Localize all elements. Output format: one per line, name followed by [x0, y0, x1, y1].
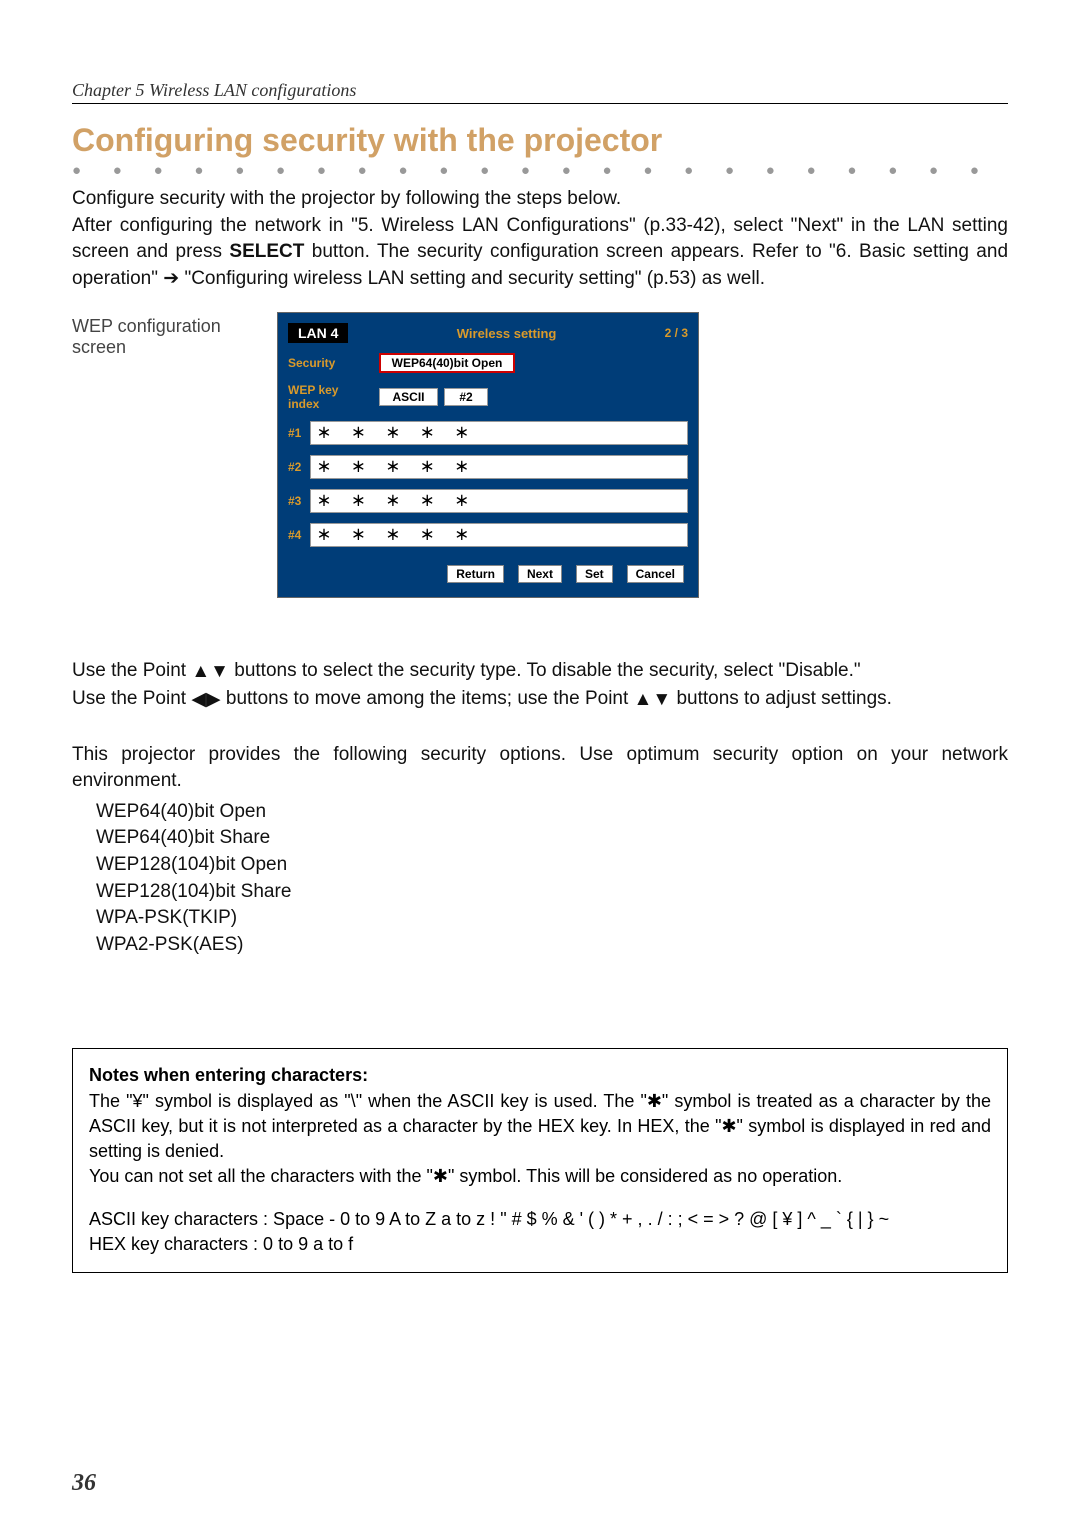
- key-idx-2: #2: [288, 460, 310, 474]
- keyindex-label: WEP key index: [288, 383, 373, 411]
- key-field-3[interactable]: ＊ ＊ ＊ ＊ ＊: [310, 489, 688, 513]
- notes-title: Notes when entering characters:: [89, 1063, 991, 1088]
- mid-1a: Use the Point: [72, 660, 191, 681]
- option-1: WEP64(40)bit Open: [96, 799, 1008, 826]
- key-row-1: #1 ＊ ＊ ＊ ＊ ＊: [288, 421, 688, 445]
- keynum-select[interactable]: #2: [444, 388, 488, 406]
- wep-config-screen: LAN 4 Wireless setting 2 / 3 Security WE…: [277, 312, 699, 598]
- intro-line-1: Configure security with the projector by…: [72, 188, 621, 209]
- option-4: WEP128(104)bit Share: [96, 879, 1008, 906]
- mid-2b: buttons to move among the items; use the…: [221, 688, 634, 709]
- notes-box: Notes when entering characters: The "¥" …: [72, 1048, 1008, 1272]
- cancel-button[interactable]: Cancel: [627, 565, 684, 583]
- down-icon: ▼: [210, 659, 229, 686]
- security-select[interactable]: WEP64(40)bit Open: [379, 353, 515, 373]
- key-field-1[interactable]: ＊ ＊ ＊ ＊ ＊: [310, 421, 688, 445]
- option-3: WEP128(104)bit Open: [96, 852, 1008, 879]
- notes-p1: The "¥" symbol is displayed as "\" when …: [89, 1089, 991, 1165]
- left-icon: ◀: [191, 687, 206, 714]
- select-keyword: SELECT: [229, 241, 304, 262]
- arrow-icon: ➔: [163, 268, 179, 289]
- notes-ascii: ASCII key characters : Space - 0 to 9 A …: [89, 1207, 991, 1232]
- screen-page-indicator: 2 / 3: [665, 326, 688, 340]
- intro-paragraph: Configure security with the projector by…: [72, 186, 1008, 292]
- options-intro: This projector provides the following se…: [72, 742, 1008, 795]
- mid-2c: buttons to adjust settings.: [671, 688, 892, 709]
- right-icon: ▶: [206, 687, 221, 714]
- key-row-3: #3 ＊ ＊ ＊ ＊ ＊: [288, 489, 688, 513]
- key-idx-3: #3: [288, 494, 310, 508]
- page-number: 36: [72, 1470, 96, 1497]
- up-icon: ▲: [191, 659, 210, 686]
- key-idx-1: #1: [288, 426, 310, 440]
- up-icon-2: ▲: [634, 687, 653, 714]
- decorative-dots: ● ● ● ● ● ● ● ● ● ● ● ● ● ● ● ● ● ● ● ● …: [72, 163, 1008, 180]
- key-row-4: #4 ＊ ＊ ＊ ＊ ＊: [288, 523, 688, 547]
- return-button[interactable]: Return: [447, 565, 504, 583]
- option-5: WPA-PSK(TKIP): [96, 905, 1008, 932]
- lan-badge: LAN 4: [288, 323, 348, 343]
- down-icon-2: ▼: [652, 687, 671, 714]
- key-field-4[interactable]: ＊ ＊ ＊ ＊ ＊: [310, 523, 688, 547]
- section-title: Configuring security with the projector: [72, 122, 1008, 159]
- mid-2a: Use the Point: [72, 688, 191, 709]
- security-options-list: WEP64(40)bit Open WEP64(40)bit Share WEP…: [96, 799, 1008, 959]
- key-row-2: #2 ＊ ＊ ＊ ＊ ＊: [288, 455, 688, 479]
- notes-p2: You can not set all the characters with …: [89, 1164, 991, 1189]
- security-label: Security: [288, 356, 373, 370]
- notes-hex: HEX key characters : 0 to 9 a to f: [89, 1232, 991, 1257]
- next-button[interactable]: Next: [518, 565, 562, 583]
- screenshot-caption: WEP configuration screen: [72, 316, 277, 358]
- chapter-header: Chapter 5 Wireless LAN configurations: [72, 80, 1008, 104]
- usage-paragraph: Use the Point ▲▼ buttons to select the s…: [72, 658, 1008, 713]
- option-6: WPA2-PSK(AES): [96, 932, 1008, 959]
- key-field-2[interactable]: ＊ ＊ ＊ ＊ ＊: [310, 455, 688, 479]
- option-2: WEP64(40)bit Share: [96, 825, 1008, 852]
- set-button[interactable]: Set: [576, 565, 613, 583]
- intro-line-2c: "Configuring wireless LAN setting and se…: [179, 268, 765, 289]
- keytype-select[interactable]: ASCII: [379, 388, 438, 406]
- mid-1b: buttons to select the security type. To …: [229, 660, 861, 681]
- screen-title: Wireless setting: [457, 326, 557, 341]
- key-idx-4: #4: [288, 528, 310, 542]
